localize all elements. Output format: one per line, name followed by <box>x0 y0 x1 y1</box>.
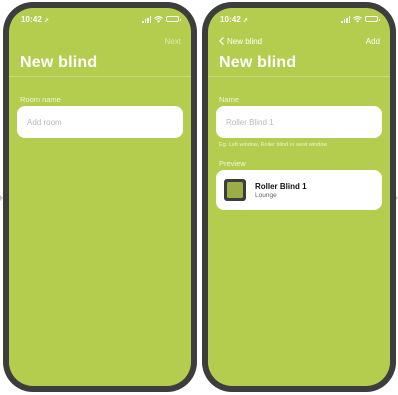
blind-icon <box>224 179 246 201</box>
battery-icon <box>365 16 380 22</box>
wifi-icon <box>353 15 362 23</box>
nav-bar: New blind Add <box>218 34 380 48</box>
preview-card: Roller Blind 1 Lounge <box>216 170 382 210</box>
chevron-left-icon <box>219 37 224 45</box>
back-label: New blind <box>227 36 263 46</box>
screen-blind-name: 10:42➚ New blind Add New blind Name Eg. … <box>208 8 390 386</box>
preview-blind-name: Roller Blind 1 <box>255 181 307 191</box>
location-arrow-icon: ➚ <box>43 17 50 24</box>
signal-icon <box>142 16 151 23</box>
room-name-input[interactable] <box>17 106 183 138</box>
page-title: New blind <box>219 54 297 71</box>
add-button[interactable]: Add <box>366 37 380 46</box>
title-divider <box>208 76 390 77</box>
phone-frame-room-name: 10:42 ➚ Next New blind Room name <box>3 2 197 392</box>
preview-label: Preview <box>219 159 246 168</box>
title-divider <box>9 76 191 77</box>
wifi-icon <box>154 15 163 23</box>
status-bar: 10:42 ➚ <box>220 13 380 25</box>
screen-room-name: 10:42 ➚ Next New blind Room name <box>9 8 191 386</box>
phone-frame-blind-name: 10:42➚ New blind Add New blind Name Eg. … <box>202 2 396 392</box>
blind-name-hint: Eg. Left window, Roller blind or west wi… <box>219 142 328 148</box>
battery-icon <box>166 16 181 22</box>
preview-room-name: Lounge <box>255 191 277 199</box>
location-arrow-icon: ➚ <box>242 17 249 24</box>
blind-name-label: Name <box>219 95 240 104</box>
nav-bar: Next <box>19 34 181 48</box>
status-time: 10:42 ➚ <box>220 14 249 24</box>
page-title: New blind <box>20 54 98 71</box>
next-button[interactable]: Next <box>165 37 181 46</box>
signal-icon <box>341 16 350 23</box>
status-bar: 10:42 ➚ <box>21 13 181 25</box>
status-time: 10:42 ➚ <box>21 14 50 24</box>
blind-name-input[interactable] <box>216 106 382 138</box>
back-button[interactable]: New blind <box>218 37 262 46</box>
room-name-label: Room name <box>20 95 61 104</box>
